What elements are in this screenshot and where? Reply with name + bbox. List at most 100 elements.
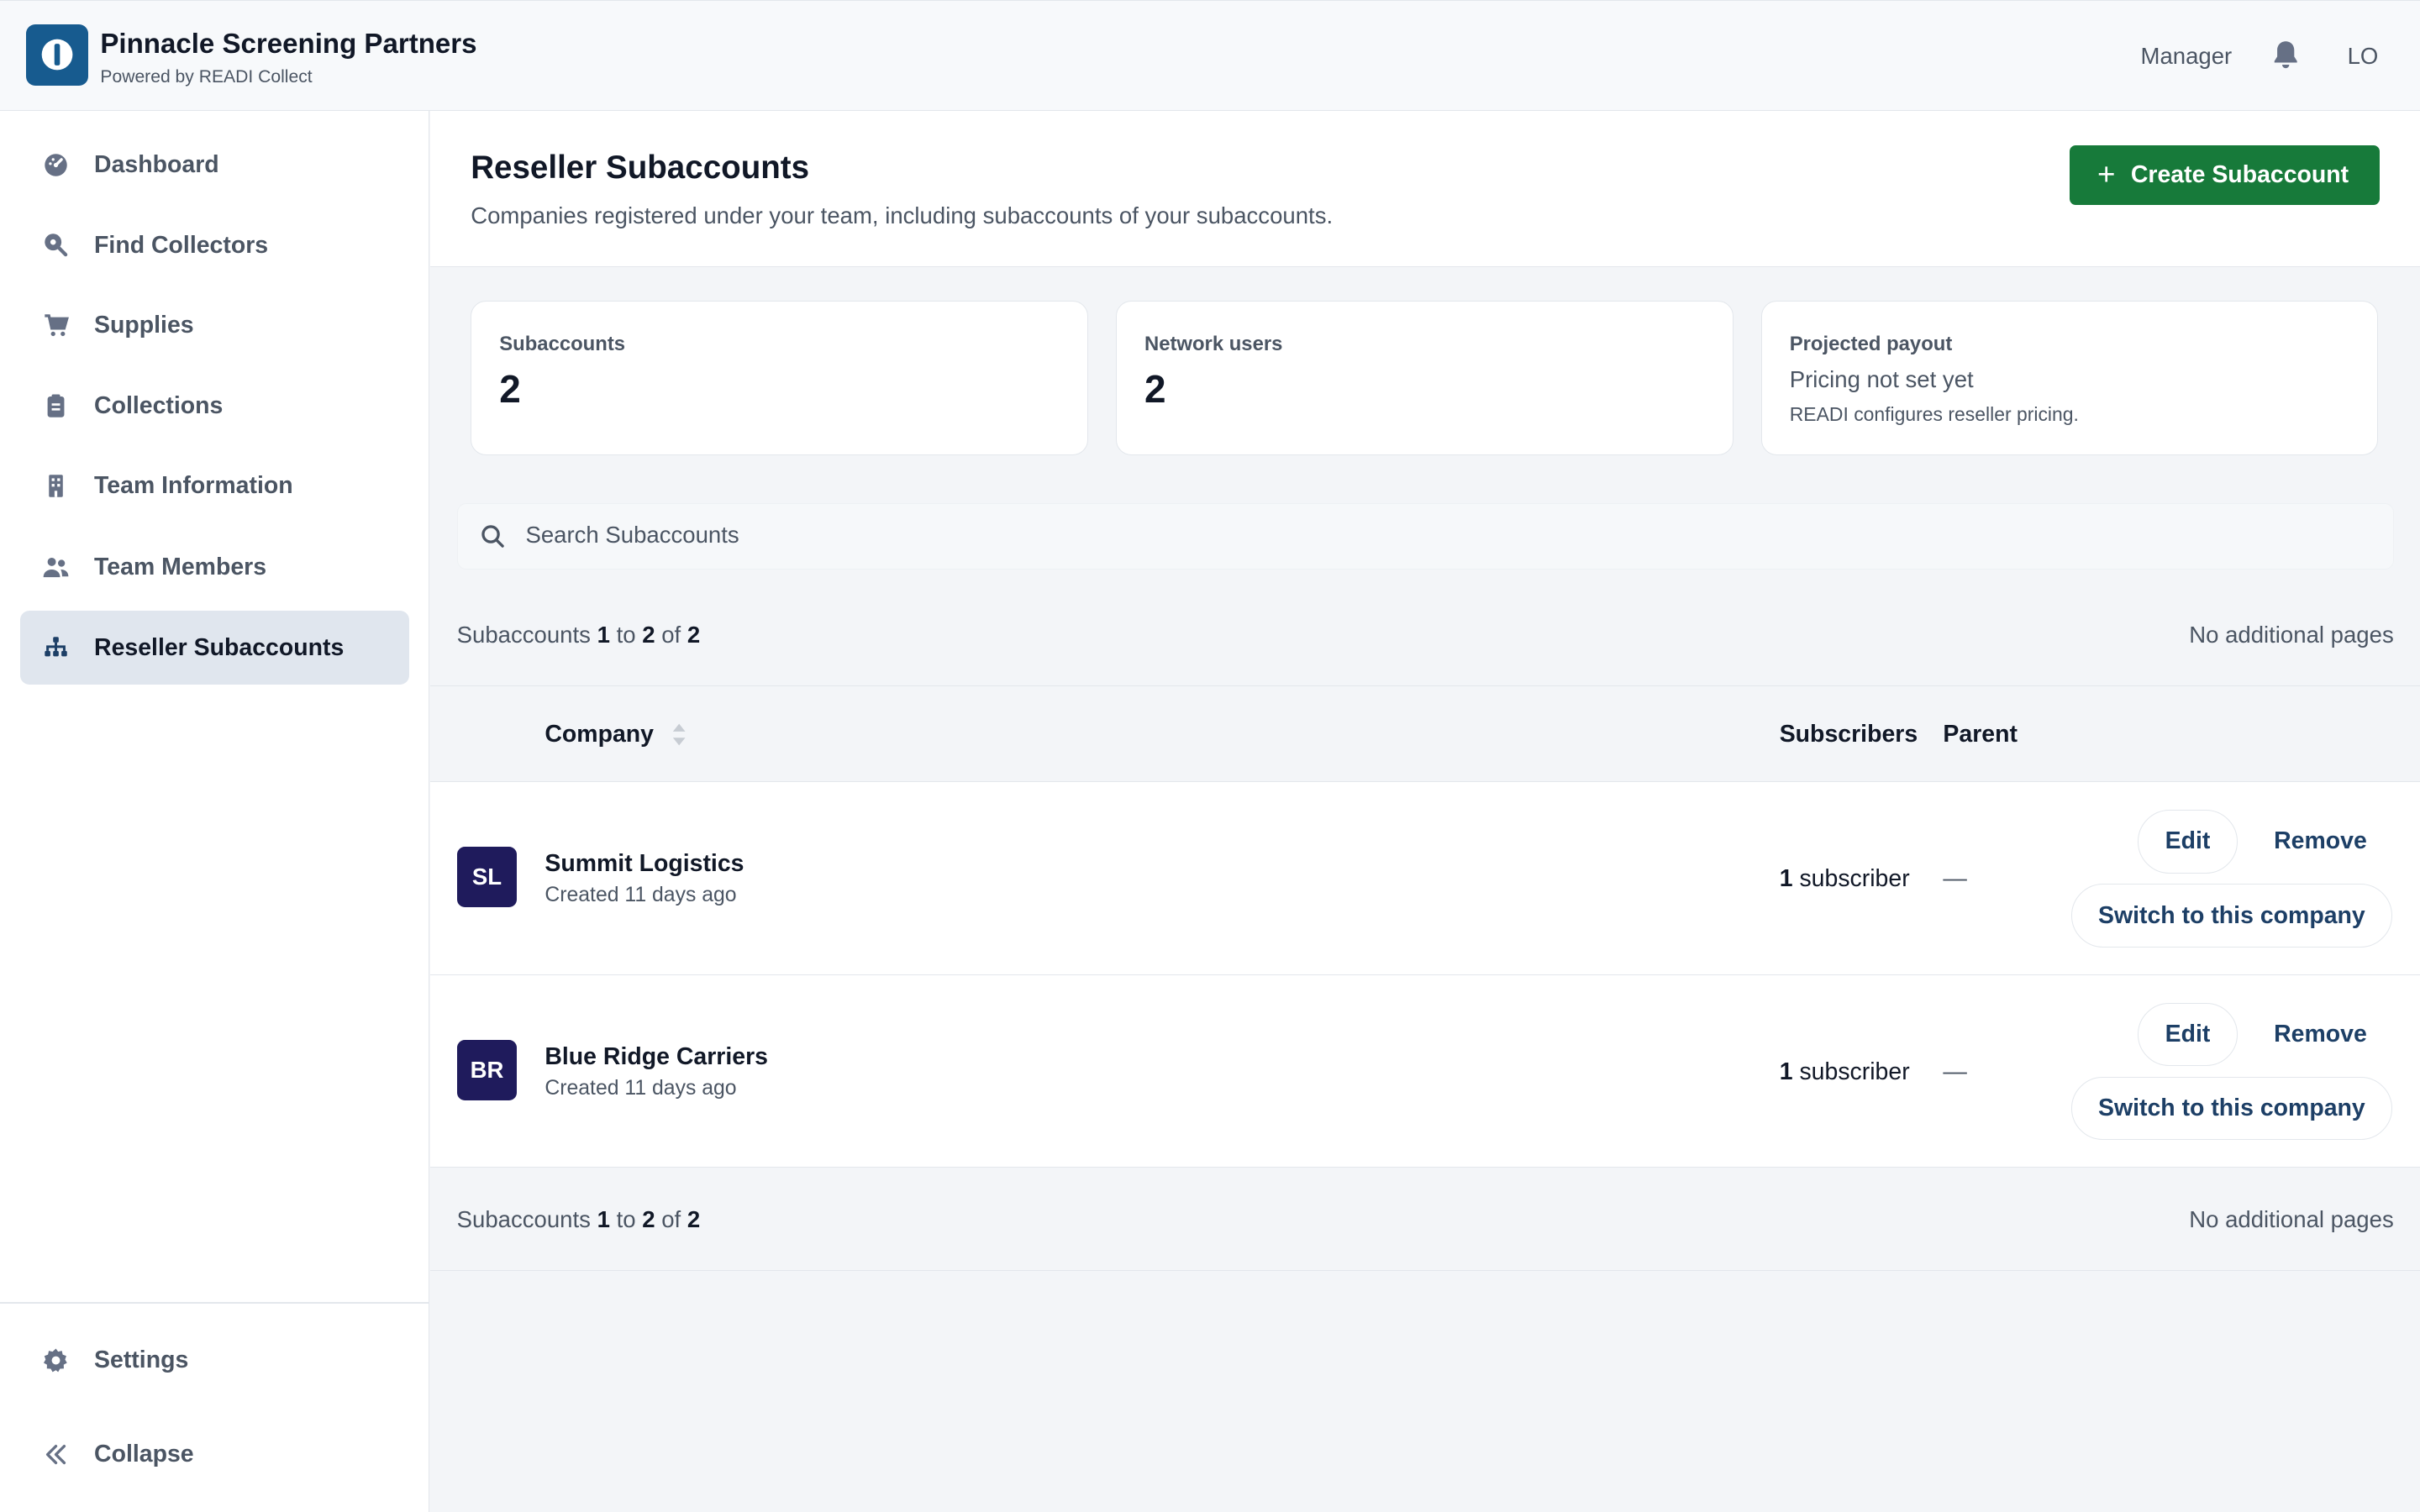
table-header: Company Subscribers Parent <box>430 686 2420 783</box>
parent-value: — <box>1943 865 1967 893</box>
pagination-total: 2 <box>687 1206 701 1233</box>
pagination-end: 2 <box>642 1206 655 1233</box>
pagination-top: Subaccounts 1 to 2 of 2 No additional pa… <box>430 585 2420 687</box>
sidebar-item-collections[interactable]: Collections <box>20 369 409 443</box>
building-icon <box>42 472 70 500</box>
switch-company-button[interactable]: Switch to this company <box>2070 1077 2392 1141</box>
pagination-status: No additional pages <box>2189 622 2394 648</box>
create-subaccount-button[interactable]: + Create Subaccount <box>2070 144 2381 206</box>
pagination-prefix: Subaccounts <box>456 1206 591 1233</box>
bell-icon[interactable] <box>2269 38 2302 71</box>
sidebar-collapse[interactable]: Collapse <box>20 1418 409 1492</box>
column-parent: Parent <box>1943 720 2018 748</box>
search-box <box>456 502 2394 570</box>
gear-icon <box>42 1347 70 1374</box>
pagination-of: of <box>661 1206 681 1233</box>
remove-button[interactable]: Remove <box>2261 1003 2380 1066</box>
pagination-end: 2 <box>642 622 655 648</box>
subscriber-count: 1 subscriber <box>1780 1058 1910 1086</box>
column-subscribers: Subscribers <box>1779 720 1918 748</box>
company-created: Created 11 days ago <box>544 884 737 907</box>
edit-button[interactable]: Edit <box>2137 1002 2238 1067</box>
sidebar: Dashboard Find Collectors Supplies Colle… <box>0 111 429 1512</box>
sidebar-item-settings[interactable]: Settings <box>20 1324 409 1398</box>
create-subaccount-label: Create Subaccount <box>2130 160 2349 188</box>
cart-icon <box>42 312 70 339</box>
sidebar-item-label: Dashboard <box>94 151 219 179</box>
company-name: Summit Logistics <box>544 850 744 878</box>
pagination-prefix: Subaccounts <box>456 622 591 648</box>
search-input[interactable] <box>525 503 2363 568</box>
subscriber-word: subscriber <box>1799 1058 1910 1085</box>
stat-value: Pricing not set yet <box>1789 366 1974 393</box>
settings-label: Settings <box>94 1347 189 1374</box>
table-row: SL Summit Logistics Created 11 days ago … <box>430 782 2420 975</box>
pagination-start: 1 <box>597 622 610 648</box>
stat-note: READI configures reseller pricing. <box>1789 403 2079 426</box>
page-title: Reseller Subaccounts <box>471 150 810 186</box>
company-name: Blue Ridge Carriers <box>544 1042 768 1070</box>
role-selector[interactable]: Manager <box>2141 43 2233 70</box>
sidebar-item-team-information[interactable]: Team Information <box>20 449 409 522</box>
clipboard-icon <box>42 392 70 420</box>
pagination-total: 2 <box>687 622 701 648</box>
subscriber-word: subscriber <box>1799 865 1910 893</box>
table-row: BR Blue Ridge Carriers Created 11 days a… <box>430 974 2420 1168</box>
sidebar-item-team-members[interactable]: Team Members <box>20 531 409 605</box>
stat-card-network-users: Network users 2 <box>1115 301 1733 455</box>
pagination-to: to <box>616 1206 636 1233</box>
stat-value: 2 <box>499 367 521 412</box>
pagination-summary: Subaccounts 1 to 2 of 2 <box>457 1206 701 1233</box>
sidebar-item-supplies[interactable]: Supplies <box>20 288 409 362</box>
pagination-of: of <box>661 622 681 648</box>
sidebar-item-label: Supplies <box>94 312 194 339</box>
app-root: Pinnacle Screening Partners Powered by R… <box>0 0 2420 1512</box>
sidebar-divider <box>0 1302 429 1304</box>
column-company[interactable]: Company <box>544 721 654 748</box>
sidebar-item-label: Team Information <box>94 472 293 500</box>
sort-icon[interactable] <box>671 721 687 748</box>
top-bar: Pinnacle Screening Partners Powered by R… <box>0 0 2420 112</box>
stat-card-projected-payout: Projected payout Pricing not set yet REA… <box>1760 301 2379 455</box>
collapse-label: Collapse <box>94 1441 194 1468</box>
sidebar-item-label: Find Collectors <box>94 231 269 259</box>
sidebar-item-reseller-subaccounts[interactable]: Reseller Subaccounts <box>19 611 409 685</box>
stat-label: Network users <box>1144 332 1283 355</box>
sidebar-item-find-collectors[interactable]: Find Collectors <box>20 208 409 282</box>
plus-icon: + <box>2097 157 2116 192</box>
pagination-status: No additional pages <box>2189 1206 2394 1233</box>
pagination-bottom: Subaccounts 1 to 2 of 2 No additional pa… <box>430 1169 2420 1272</box>
user-menu[interactable]: LO <box>2348 43 2379 70</box>
users-icon <box>42 554 70 581</box>
stat-label: Projected payout <box>1789 332 1953 355</box>
pagination-start: 1 <box>597 1206 610 1233</box>
stat-value: 2 <box>1144 367 1166 412</box>
subscriber-number: 1 <box>1779 1058 1793 1085</box>
pagination-to: to <box>616 622 636 648</box>
page-description: Companies registered under your team, in… <box>471 202 1334 228</box>
parent-value: — <box>1943 1058 1967 1085</box>
company-created: Created 11 days ago <box>544 1077 737 1100</box>
stat-label: Subaccounts <box>499 332 626 355</box>
search-pin-icon <box>42 231 70 259</box>
sidebar-item-label: Team Members <box>94 554 267 581</box>
sidebar-item-label: Reseller Subaccounts <box>94 633 345 661</box>
sidebar-item-label: Collections <box>94 391 224 419</box>
pagination-summary: Subaccounts 1 to 2 of 2 <box>457 622 701 648</box>
switch-company-button[interactable]: Switch to this company <box>2070 884 2392 948</box>
edit-button[interactable]: Edit <box>2137 810 2238 874</box>
brand-subtitle: Powered by READI Collect <box>100 66 313 87</box>
dashboard-icon <box>42 151 70 179</box>
chevrons-left-icon <box>42 1441 70 1468</box>
brand-logo-icon[interactable] <box>26 24 88 86</box>
subscriber-number: 1 <box>1779 865 1793 893</box>
page-header: Reseller Subaccounts Companies registere… <box>430 111 2420 267</box>
stat-card-subaccounts: Subaccounts 2 <box>471 301 1088 455</box>
hierarchy-icon <box>42 634 70 662</box>
avatar: BR <box>456 1039 518 1100</box>
subscriber-count: 1 subscriber <box>1780 865 1910 893</box>
search-icon <box>479 522 507 550</box>
avatar: SL <box>456 847 518 907</box>
remove-button[interactable]: Remove <box>2261 810 2380 873</box>
sidebar-item-dashboard[interactable]: Dashboard <box>20 128 409 202</box>
